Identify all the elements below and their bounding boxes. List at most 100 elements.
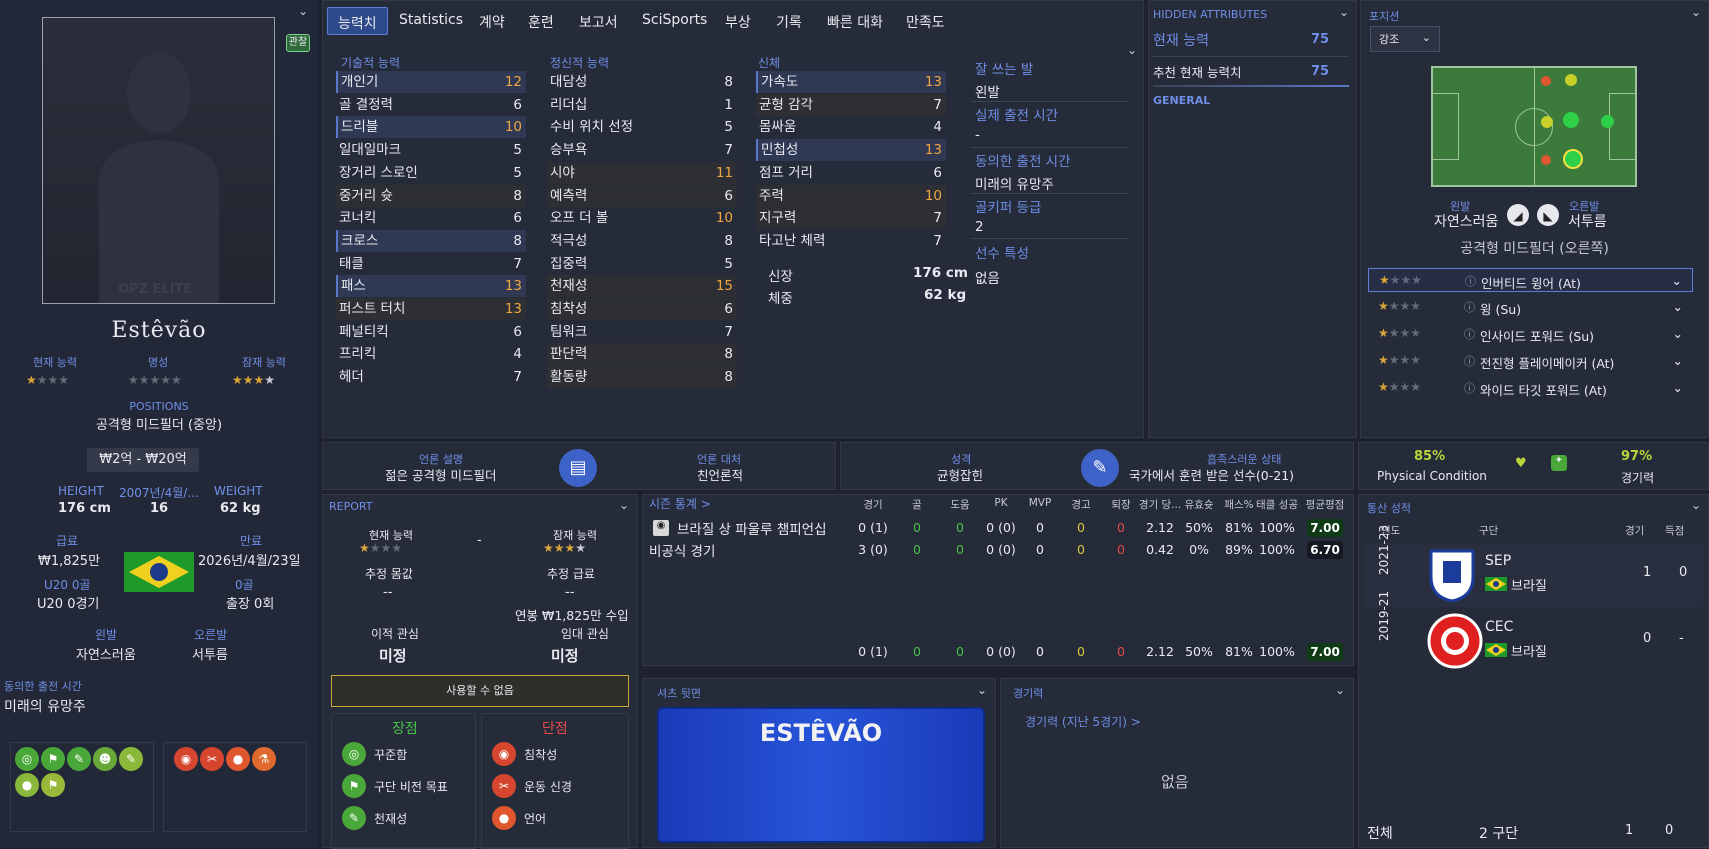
attribute-row[interactable]: 크로스 8 [336, 229, 526, 252]
attribute-row[interactable]: 프리킥 4 [336, 343, 526, 365]
tab-reports[interactable]: 보고서 [569, 7, 628, 35]
attribute-row[interactable]: 침착성 6 [547, 298, 737, 320]
role-row[interactable]: ★★★★ ⓘ 윙 (Su) ⌄ [1368, 295, 1693, 319]
highlight-select[interactable]: 강조 ⌄ [1370, 26, 1440, 52]
attribute-value: 7 [933, 232, 942, 249]
consistency-icon: ◎ [15, 747, 39, 771]
attribute-row[interactable]: 드리블 10 [336, 116, 526, 139]
attribute-row[interactable]: 천재성 15 [547, 275, 737, 298]
apps-value: 출장 0회 [226, 597, 275, 612]
attribute-row[interactable]: 퍼스트 터치 13 [336, 298, 526, 320]
view-button[interactable]: 관찰 [286, 34, 310, 52]
attribute-row[interactable]: 태클 7 [336, 253, 526, 275]
chevron-down-icon[interactable]: ⌄ [619, 498, 629, 512]
attribute-row[interactable]: 판단력 8 [547, 343, 737, 366]
attribute-name: 페널티킥 [339, 323, 389, 340]
attribute-row[interactable]: 장거리 스로인 5 [336, 162, 526, 184]
chevron-down-icon[interactable]: ⌄ [1672, 273, 1682, 288]
attribute-row[interactable]: 집중력 5 [547, 253, 737, 275]
tab-history[interactable]: 기록 [766, 7, 812, 35]
tab-statistics[interactable]: Statistics [389, 7, 473, 35]
attribute-row[interactable]: 승부욕 7 [547, 139, 737, 161]
tab-satisfaction[interactable]: 만족도 [896, 7, 955, 35]
career-row[interactable]: 2021-23 SEP 브라질 1 0 [1363, 525, 1703, 607]
attribute-row[interactable]: 중거리 슛 8 [336, 184, 526, 207]
weaknesses-title: 단점 [542, 721, 568, 737]
info-icon: ⓘ [1464, 301, 1475, 314]
attribute-row[interactable]: 코너킥 6 [336, 207, 526, 229]
chevron-down-icon[interactable]: ⌄ [1673, 380, 1683, 395]
role-row[interactable]: ★★★★ ⓘ 인사이드 포워드 (Su) ⌄ [1368, 322, 1693, 346]
tab-scisports[interactable]: SciSports [632, 7, 717, 35]
attribute-row[interactable]: 몸싸움 4 [756, 116, 946, 138]
attribute-row[interactable]: 페널티킥 6 [336, 321, 526, 343]
career-nation: 브라질 [1511, 645, 1547, 660]
attribute-name: 리더십 [550, 96, 588, 113]
attribute-row[interactable]: 대담성 8 [547, 71, 737, 93]
tab-attributes[interactable]: 능력치 [327, 7, 388, 35]
attribute-row[interactable]: 예측력 6 [547, 184, 737, 207]
chevron-down-icon[interactable]: ⌄ [298, 4, 308, 18]
chevron-down-icon[interactable]: ⌄ [1673, 299, 1683, 314]
career-row[interactable]: 2019-21 CEC 브라질 0 - [1363, 591, 1703, 673]
attribute-row[interactable]: 헤더 7 [336, 366, 526, 388]
form-link[interactable]: 경기력 (지난 5경기) > [1025, 713, 1141, 730]
tab-training[interactable]: 훈련 [518, 7, 564, 35]
attribute-row[interactable]: 민첩성 13 [756, 139, 946, 162]
attribute-row[interactable]: 균형 감각 7 [756, 93, 946, 116]
info-icon: ⓘ [1464, 355, 1475, 368]
tab-injuries[interactable]: 부상 [715, 7, 761, 35]
chevron-down-icon[interactable]: ⌄ [1339, 5, 1349, 19]
stat-value: 100% [1259, 542, 1295, 557]
competition-name[interactable]: 브라질 상 파울루 챔피언십 [677, 518, 827, 538]
goals-label: 0골 [235, 578, 254, 592]
attribute-row[interactable]: 가속도 13 [756, 71, 946, 93]
role-row[interactable]: ★★★★ ⓘ 와이드 타깃 포워드 (At) ⌄ [1368, 376, 1693, 400]
agility-icon: ✂ [200, 747, 224, 771]
tab-quick-chat[interactable]: 빠른 대화 [817, 7, 893, 35]
attribute-row[interactable]: 주력 10 [756, 184, 946, 207]
attribute-name: 시야 [550, 164, 575, 181]
chevron-down-icon[interactable]: ⌄ [1673, 353, 1683, 368]
attribute-row[interactable]: 활동량 8 [547, 366, 737, 389]
attribute-value: 12 [504, 74, 522, 90]
weaknesses-box: 단점 ◉ 침착성 ✂ 운동 신경 ● 언어 [481, 713, 629, 849]
transfer-interest: 미정 [379, 647, 407, 665]
chevron-down-icon[interactable]: ⌄ [1691, 5, 1701, 19]
attribute-row[interactable]: 리더십 1 [547, 94, 737, 116]
attribute-row[interactable]: 개인기 12 [336, 71, 526, 93]
chevron-down-icon[interactable]: ⌄ [1335, 683, 1345, 697]
stat-value: 3 (0) [858, 542, 888, 557]
rating-badge: 7.00 [1307, 519, 1343, 537]
chevron-down-icon[interactable]: ⌄ [1127, 43, 1137, 57]
season-stats-title[interactable]: 시즌 통계 > [649, 495, 711, 512]
rep-stars: ★★★★★ [128, 373, 182, 387]
attribute-row[interactable]: 오프 더 볼 10 [547, 207, 737, 229]
traits-label: 선수 특성 [975, 246, 1029, 262]
wage-note: 연봉 ₩1,825만 수입 [515, 608, 629, 623]
chevron-down-icon[interactable]: ⌄ [977, 683, 987, 697]
playing-time-value: 미래의 유망주 [4, 699, 86, 715]
attribute-row[interactable]: 타고난 체력 7 [756, 230, 946, 252]
attribute-value: 13 [924, 142, 942, 159]
competition-name[interactable]: 비공식 경기 [649, 540, 715, 560]
tab-contract[interactable]: 계약 [469, 7, 515, 35]
attribute-row[interactable]: 패스 13 [336, 275, 526, 298]
attribute-row[interactable]: 수비 위치 선정 5 [547, 116, 737, 138]
wage-value: ₩1,825만 [38, 554, 101, 569]
unavailable-button[interactable]: 사용할 수 없음 [331, 675, 629, 707]
attribute-row[interactable]: 지구력 7 [756, 207, 946, 230]
attribute-row[interactable]: 적극성 8 [547, 230, 737, 252]
attribute-row[interactable]: 점프 거리 6 [756, 162, 946, 184]
attribute-row[interactable]: 팀워크 7 [547, 321, 737, 343]
role-row[interactable]: ★★★★ ⓘ 전진형 플레이메이커 (At) ⌄ [1368, 349, 1693, 373]
role-row[interactable]: ★★★★ ⓘ 인버티드 윙어 (At) ⌄ [1368, 268, 1693, 292]
attribute-row[interactable]: 시야 11 [547, 161, 737, 184]
language-icon: ● [492, 806, 516, 830]
chevron-down-icon[interactable]: ⌄ [1691, 498, 1701, 512]
attribute-value: 11 [715, 164, 733, 181]
attribute-row[interactable]: 골 결정력 6 [336, 94, 526, 116]
chevron-down-icon[interactable]: ⌄ [1673, 326, 1683, 341]
attribute-row[interactable]: 일대일마크 5 [336, 139, 526, 161]
attribute-value: 8 [513, 232, 522, 249]
